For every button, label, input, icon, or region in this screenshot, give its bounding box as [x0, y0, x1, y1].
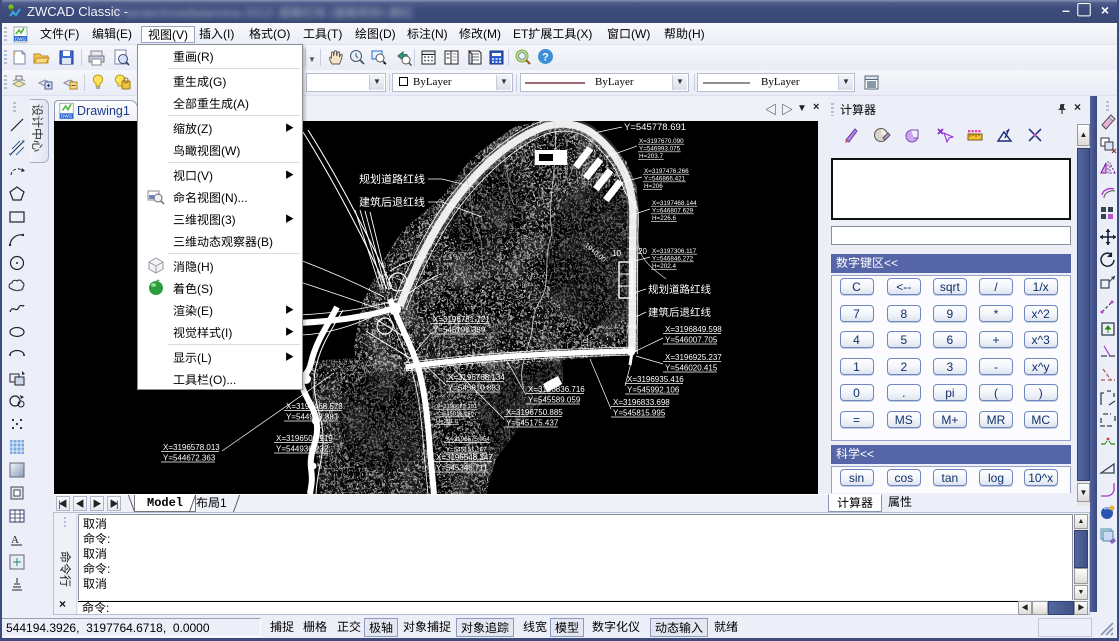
- svg-text:Y=544933.881: Y=544933.881: [286, 413, 339, 422]
- svg-text:10: 10: [583, 339, 590, 347]
- svg-text:?: ?: [542, 52, 549, 64]
- svg-text:Y=545589.059: Y=545589.059: [528, 396, 581, 405]
- svg-text:Y=544672.363: Y=544672.363: [163, 454, 216, 463]
- svg-text:DWG: DWG: [15, 36, 26, 41]
- svg-text:Y=545810.883: Y=545810.883: [448, 384, 501, 393]
- svg-text:Y=546020.415: Y=546020.415: [665, 364, 718, 373]
- svg-text:建筑后退红线: 建筑后退红线: [359, 194, 425, 210]
- svg-text:X=3196750.885: X=3196750.885: [506, 408, 563, 417]
- svg-text:X=3196833.698: X=3196833.698: [613, 398, 670, 407]
- svg-text:建筑后退红线: 建筑后退红线: [648, 305, 711, 320]
- svg-text:X=3196849.598: X=3196849.598: [665, 325, 722, 334]
- svg-text:Y=545190.389: Y=545190.389: [433, 326, 486, 335]
- svg-text:DWG: DWG: [61, 114, 72, 119]
- svg-text:Y=546007.705: Y=546007.705: [665, 336, 718, 345]
- svg-text:X=3196836.716: X=3196836.716: [528, 385, 585, 394]
- svg-text:Y=545815.995: Y=545815.995: [613, 409, 666, 418]
- svg-text:X=3196548.347: X=3196548.347: [436, 453, 493, 462]
- svg-text:Y=545151.167: Y=545151.167: [446, 447, 487, 454]
- svg-text:10: 10: [612, 249, 621, 258]
- svg-text:X=3196768.134: X=3196768.134: [448, 373, 505, 382]
- svg-text:20: 20: [638, 247, 647, 256]
- svg-text:X=3196468.578: X=3196468.578: [286, 402, 343, 411]
- svg-text:X=3196781.721: X=3196781.721: [433, 315, 490, 324]
- svg-text:Y=544936.232: Y=544936.232: [276, 445, 329, 454]
- svg-text:Y=545175.437: Y=545175.437: [506, 419, 559, 428]
- svg-text:规划道路红线: 规划道路红线: [648, 282, 711, 297]
- svg-text:Y=545992.106: Y=545992.106: [627, 386, 680, 395]
- svg-text:X=3196925.237: X=3196925.237: [665, 353, 722, 362]
- svg-text:X=3196500.919: X=3196500.919: [276, 434, 333, 443]
- svg-text:规划道路红线: 规划道路红线: [359, 171, 425, 187]
- svg-text:X=3196575.054: X=3196575.054: [446, 436, 490, 443]
- svg-text:X=3196578.013: X=3196578.013: [163, 443, 220, 452]
- svg-text:A: A: [11, 534, 19, 546]
- svg-text:Y=545778.691: Y=545778.691: [624, 122, 686, 133]
- svg-text:X=3196935.416: X=3196935.416: [627, 375, 684, 384]
- svg-text:Y=545346.711: Y=545346.711: [436, 464, 488, 473]
